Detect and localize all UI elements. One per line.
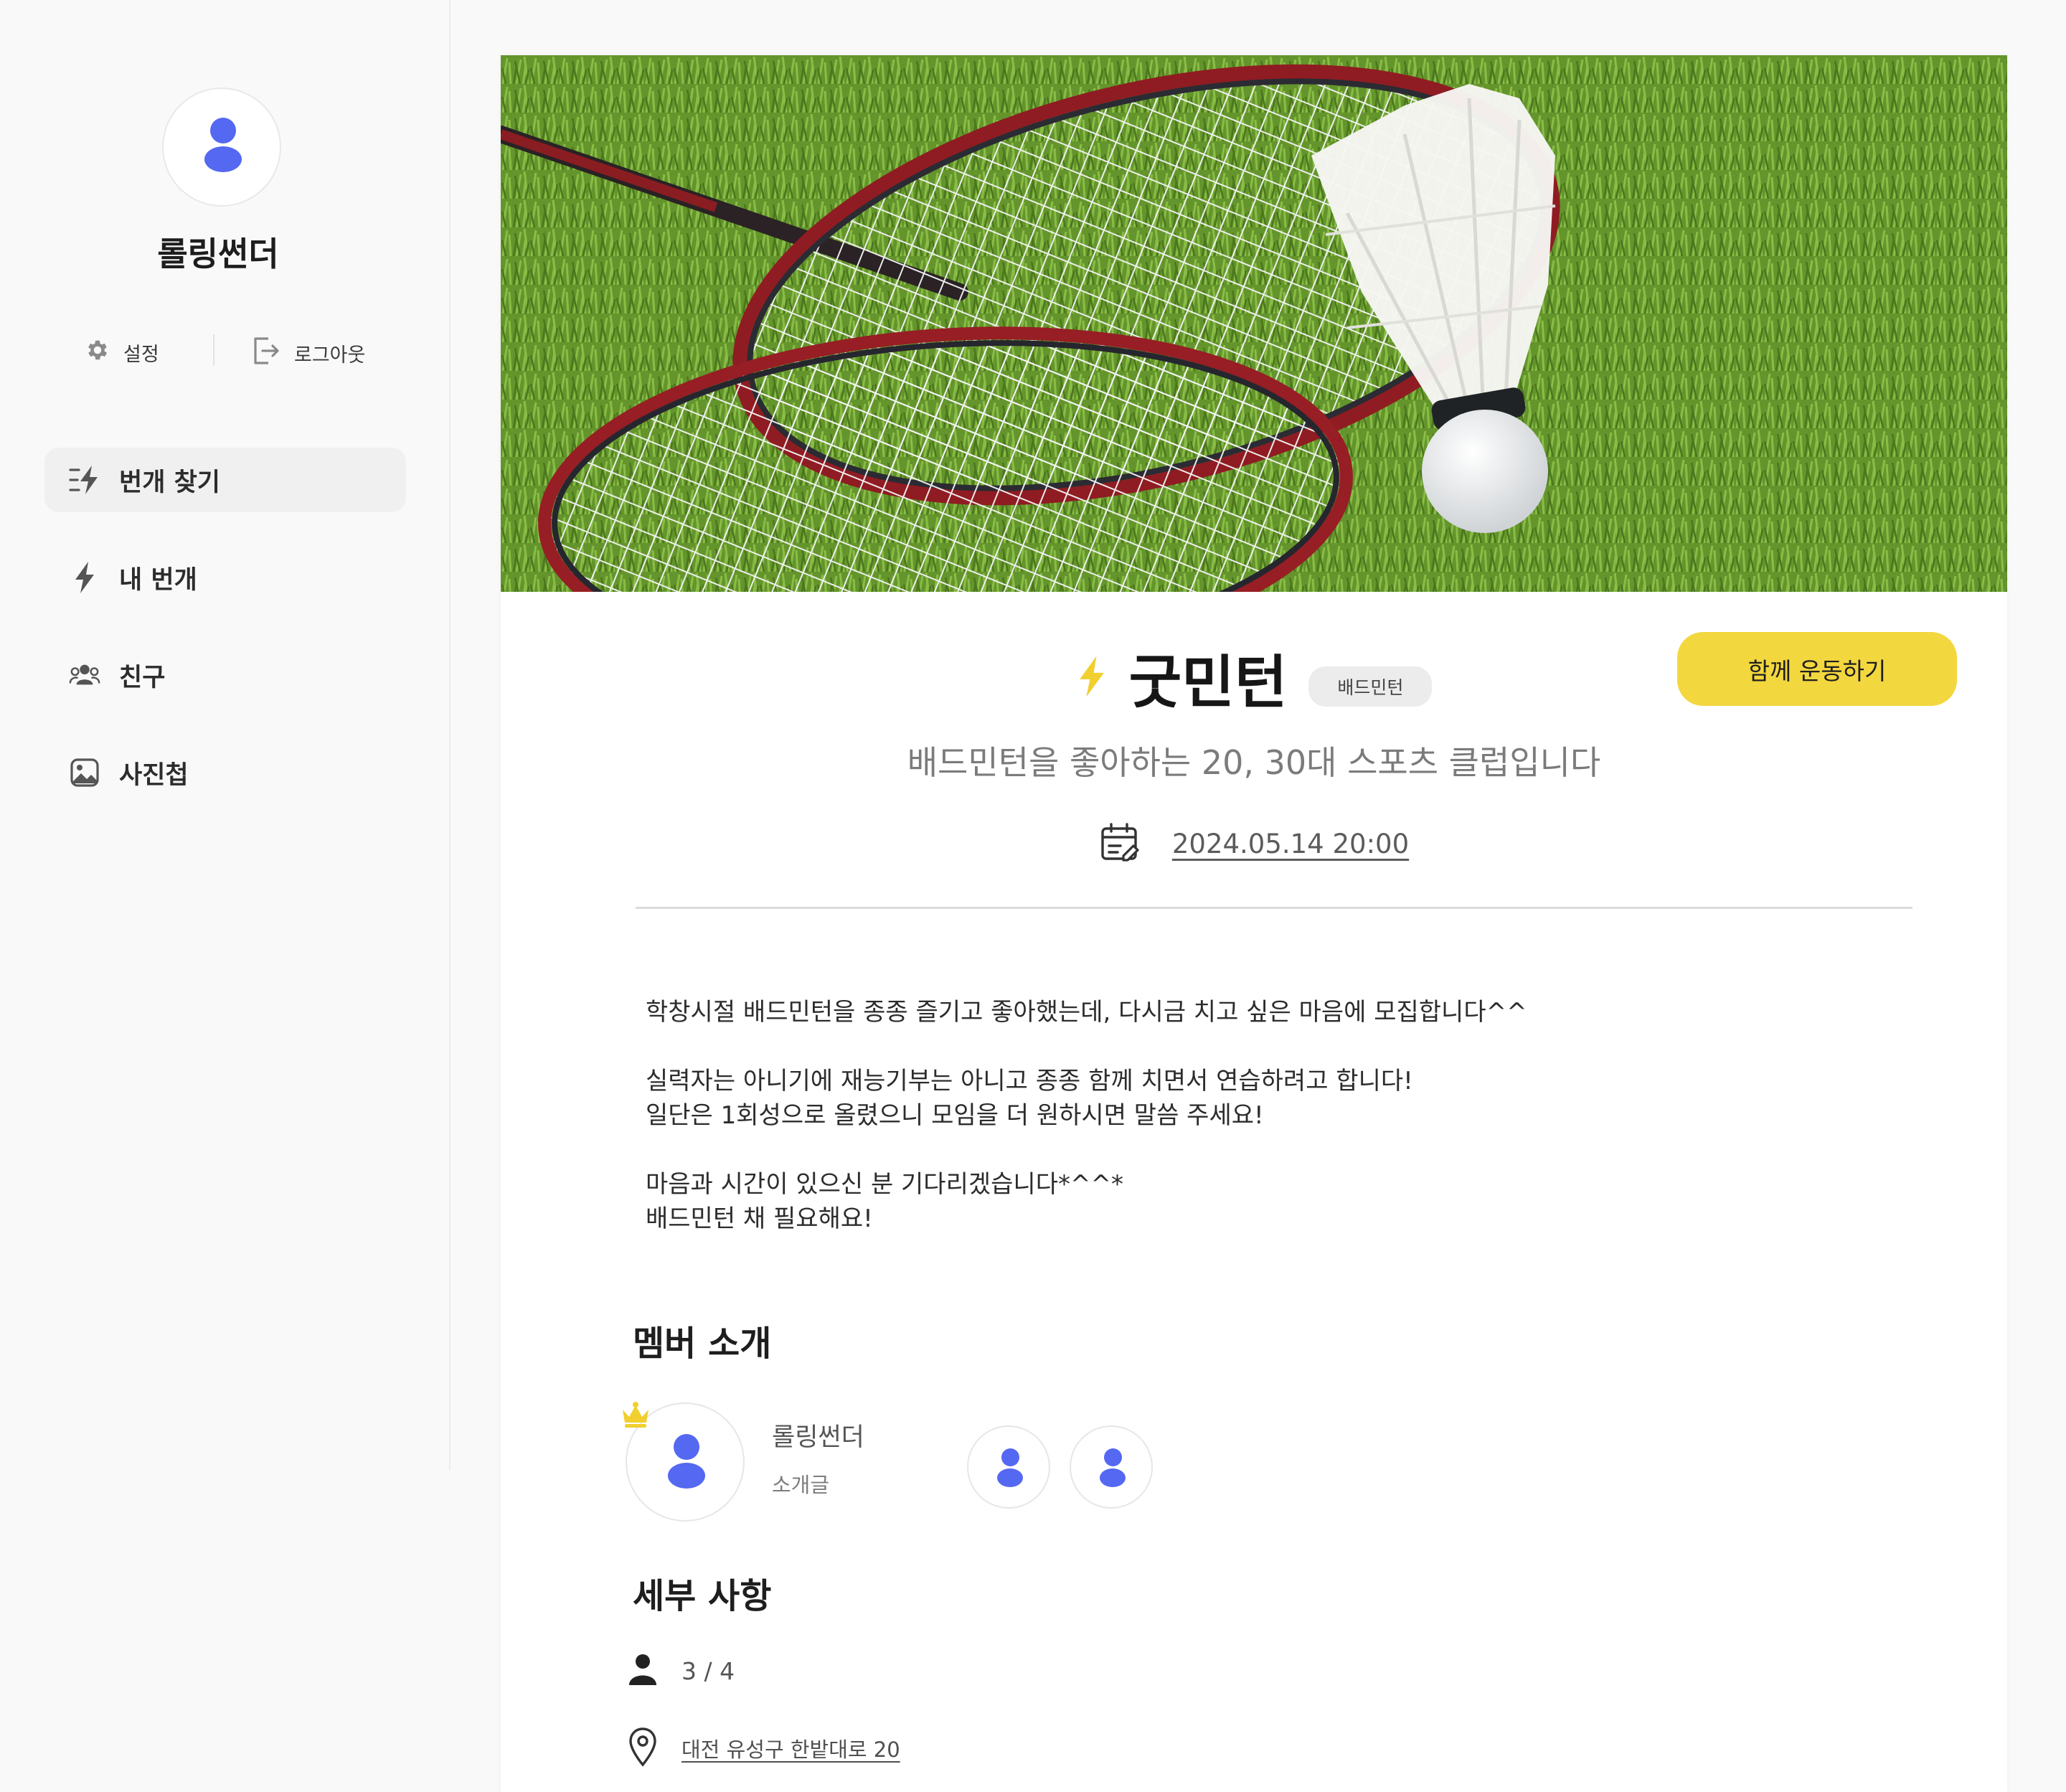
nav-label: 내 번개	[119, 565, 197, 595]
meetup-detail-card: 굿민턴 배드민턴 함께 운동하기 배드민턴을 좋아하는 20, 30대 스포츠 …	[501, 55, 2007, 1792]
nav-label: 사진첩	[119, 760, 189, 790]
person-icon	[628, 1654, 657, 1688]
location-pin-icon	[628, 1727, 657, 1770]
details-section-title: 세부 사항	[633, 1576, 772, 1616]
settings-label: 설정	[123, 344, 159, 366]
description-line: 마음과 시간이 있으신 분 기다리겠습니다*^^*	[646, 1170, 1123, 1199]
user-avatar-icon	[1100, 1448, 1126, 1487]
user-avatar-icon	[204, 118, 242, 172]
participants-row: 3 / 4	[628, 1654, 735, 1688]
category-badge: 배드민턴	[1308, 666, 1433, 707]
members-section-title: 멤버 소개	[633, 1324, 772, 1364]
settings-button[interactable]: 설정	[85, 337, 159, 368]
calendar-edit-icon	[1099, 821, 1141, 866]
description-line: 일단은 1회성으로 올렸으니 모임을 더 원하시면 말씀 주세요!	[646, 1101, 1264, 1130]
member-avatar[interactable]	[967, 1425, 1050, 1509]
location-row: 대전 유성구 한밭대로 20	[628, 1727, 900, 1770]
meetup-address[interactable]: 대전 유성구 한밭대로 20	[681, 1733, 900, 1763]
meetup-title: 굿민턴	[1128, 649, 1288, 716]
profile-avatar[interactable]	[162, 88, 281, 207]
nav-item-friends[interactable]: 친구	[44, 643, 406, 707]
account-actions: 설정 로그아웃	[0, 334, 445, 368]
user-avatar-icon	[668, 1434, 705, 1489]
host-name: 롤링썬더	[772, 1423, 864, 1452]
account-actions-divider	[213, 334, 214, 366]
description-line: 배드민턴 채 필요해요!	[646, 1204, 873, 1233]
nav-item-my-bolt[interactable]: 내 번개	[44, 545, 406, 610]
meetup-subtitle: 배드민턴을 좋아하는 20, 30대 스포츠 클럽입니다	[907, 743, 1601, 782]
sidebar: 롤링썬더 설정 로그아웃 번개 찾기 내 번개 친구 사진첩	[0, 0, 451, 1471]
logout-icon	[251, 334, 281, 372]
badminton-photo	[501, 55, 2007, 592]
meetup-datetime[interactable]: 2024.05.14 20:00	[1172, 829, 1409, 859]
nav-label: 번개 찾기	[119, 468, 220, 497]
meetup-date-row: 2024.05.14 20:00	[501, 821, 2007, 866]
crown-icon	[620, 1401, 651, 1431]
bolt-icon	[1076, 656, 1108, 700]
nav-item-find-bolt[interactable]: 번개 찾기	[44, 448, 406, 512]
meetup-description: 학창시절 배드민턴을 종종 즐기고 좋아했는데, 다시금 치고 싶은 마음에 모…	[646, 995, 1865, 1236]
member-avatar[interactable]	[1070, 1425, 1153, 1509]
logout-button[interactable]: 로그아웃	[251, 334, 365, 372]
friends-icon	[69, 659, 100, 691]
divider	[636, 907, 1912, 909]
participant-count: 3 / 4	[681, 1656, 735, 1685]
profile-name: 롤링썬더	[157, 235, 279, 273]
nav-item-photo-album[interactable]: 사진첩	[44, 740, 406, 805]
user-avatar-icon	[997, 1448, 1023, 1487]
bolt-search-icon	[69, 464, 100, 496]
description-line: 실력자는 아니기에 재능기부는 아니고 종종 함께 치면서 연습하려고 합니다!	[646, 1067, 1413, 1095]
host-intro: 소개글	[772, 1473, 830, 1497]
bolt-icon	[69, 562, 100, 593]
logout-label: 로그아웃	[294, 344, 366, 367]
description-line: 학창시절 배드민턴을 종종 즐기고 좋아했는데, 다시금 치고 싶은 마음에 모…	[646, 998, 1527, 1027]
join-exercise-button[interactable]: 함께 운동하기	[1677, 632, 1957, 706]
nav-label: 친구	[119, 663, 166, 692]
photo-album-icon	[69, 757, 100, 788]
gear-icon	[85, 337, 110, 368]
